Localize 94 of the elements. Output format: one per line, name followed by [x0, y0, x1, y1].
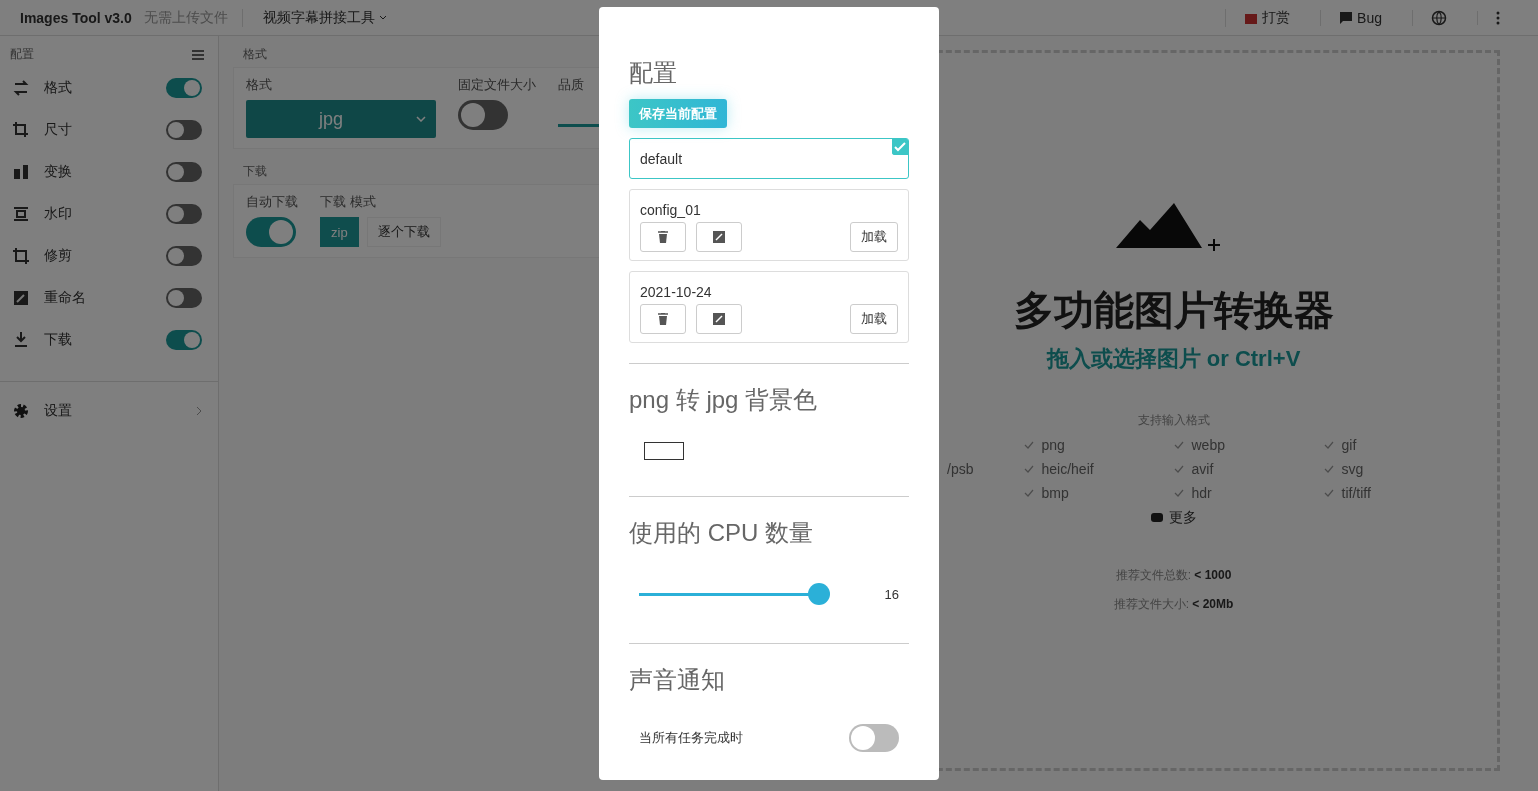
toggle-switch[interactable]: [166, 162, 202, 182]
settings-icon: [12, 402, 30, 420]
toggle-switch[interactable]: [246, 217, 296, 247]
check-icon: [1023, 489, 1034, 497]
check-icon: [1023, 441, 1034, 449]
settings-item[interactable]: 设置: [44, 402, 182, 420]
sidebar-item[interactable]: 修剪: [44, 247, 152, 265]
toggle-switch[interactable]: [166, 288, 202, 308]
format-item: bmp: [1041, 485, 1069, 501]
format-item: svg: [1341, 461, 1364, 477]
more-link[interactable]: 更多: [1168, 509, 1197, 527]
format-item: png: [1041, 437, 1065, 453]
sidebar-item[interactable]: 水印: [44, 205, 152, 223]
trash-icon: [658, 313, 668, 325]
sidebar-item[interactable]: 变换: [44, 163, 152, 181]
config-name: config_01: [640, 202, 701, 218]
sidebar-item[interactable]: 格式: [44, 79, 152, 97]
section-label: 格式: [242, 46, 268, 63]
toggle-switch[interactable]: [166, 330, 202, 350]
field-label: 品质: [558, 76, 585, 94]
color-swatch[interactable]: [644, 442, 684, 460]
sidebar-item[interactable]: 重命名: [44, 289, 152, 307]
drop-title: 多功能图片转换器: [1013, 287, 1334, 334]
delete-button[interactable]: [640, 304, 686, 334]
check-icon: [1323, 465, 1334, 473]
mode-button[interactable]: zip: [320, 217, 359, 247]
field-label: 下载 模式: [320, 193, 377, 211]
load-button[interactable]: 加载: [850, 222, 898, 252]
option-icon: [12, 121, 30, 139]
field-label: 自动下载: [246, 193, 298, 211]
app-title: Images Tool v3.0: [20, 9, 132, 26]
option-icon: [12, 79, 30, 97]
more-icon[interactable]: [1496, 10, 1500, 25]
option-icon: [12, 289, 30, 307]
format-item: heic/heif: [1041, 461, 1094, 477]
check-icon: [1323, 489, 1334, 497]
toggle-switch[interactable]: [166, 78, 202, 98]
mode-button[interactable]: 逐个下载: [366, 217, 441, 247]
format-item: webp: [1191, 437, 1225, 453]
toggle-switch[interactable]: [166, 120, 202, 140]
config-card[interactable]: config_01 加载: [629, 189, 909, 261]
tool-menu[interactable]: 视频字幕拼接工具: [262, 8, 387, 27]
option-icon: [12, 205, 30, 223]
toggle-switch[interactable]: [166, 246, 202, 266]
section-title: png 转 jpg 背景色: [629, 385, 819, 415]
check-icon: [1323, 441, 1334, 449]
section-label: 下载: [242, 163, 268, 180]
sidebar-item[interactable]: 尺寸: [44, 121, 152, 139]
menu-icon[interactable]: [192, 49, 204, 60]
caret-icon: [378, 14, 387, 21]
toggle-switch[interactable]: [849, 724, 899, 752]
caret-icon: [416, 116, 426, 122]
globe-icon[interactable]: [1431, 9, 1447, 26]
format-item: hdr: [1191, 485, 1212, 501]
chevron-icon: [196, 406, 202, 416]
option-icon: [12, 247, 30, 265]
section-title: 配置: [629, 58, 678, 88]
trash-icon: [658, 231, 668, 243]
field-label: 格式: [246, 76, 273, 94]
edit-icon: [713, 231, 725, 243]
section-title: 使用的 CPU 数量: [629, 518, 814, 548]
option-icon: [12, 163, 30, 181]
drop-subtitle: 拖入或选择图片 or Ctrl+V: [1046, 345, 1301, 373]
format-select[interactable]: jpg: [246, 100, 436, 138]
sidebar-item[interactable]: 下载: [44, 331, 152, 349]
check-icon: [1173, 465, 1184, 473]
load-button[interactable]: 加载: [850, 304, 898, 334]
toggle-switch[interactable]: [166, 204, 202, 224]
format-item: /psb: [947, 461, 974, 477]
rename-button[interactable]: [696, 222, 742, 252]
bug-link[interactable]: Bug: [1320, 9, 1400, 26]
option-icon: [12, 331, 30, 349]
config-card[interactable]: default: [629, 138, 909, 179]
section-title: 声音通知: [629, 665, 726, 695]
edit-icon: [713, 313, 725, 325]
config-name: 2021-10-24: [640, 284, 712, 300]
config-name: default: [640, 151, 683, 167]
toggle-label: 当所有任务完成时: [639, 729, 743, 747]
sidebar-title: 配置: [10, 46, 34, 63]
toggle-switch[interactable]: [458, 100, 508, 130]
check-icon: [1023, 465, 1034, 473]
config-card[interactable]: 2021-10-24 加载: [629, 271, 909, 343]
format-item: tif/tiff: [1341, 485, 1371, 501]
cpu-count: 16: [884, 586, 899, 602]
flag-icon: [1339, 10, 1354, 25]
check-icon: [1173, 441, 1184, 449]
donate-link[interactable]: 打赏: [1225, 8, 1309, 27]
delete-button[interactable]: [640, 222, 686, 252]
format-item: avif: [1191, 461, 1214, 477]
format-item: gif: [1341, 437, 1357, 453]
rename-button[interactable]: [696, 304, 742, 334]
check-badge-icon: [892, 139, 908, 155]
check-icon: [1173, 489, 1184, 497]
field-label: 固定文件大小: [458, 76, 536, 94]
